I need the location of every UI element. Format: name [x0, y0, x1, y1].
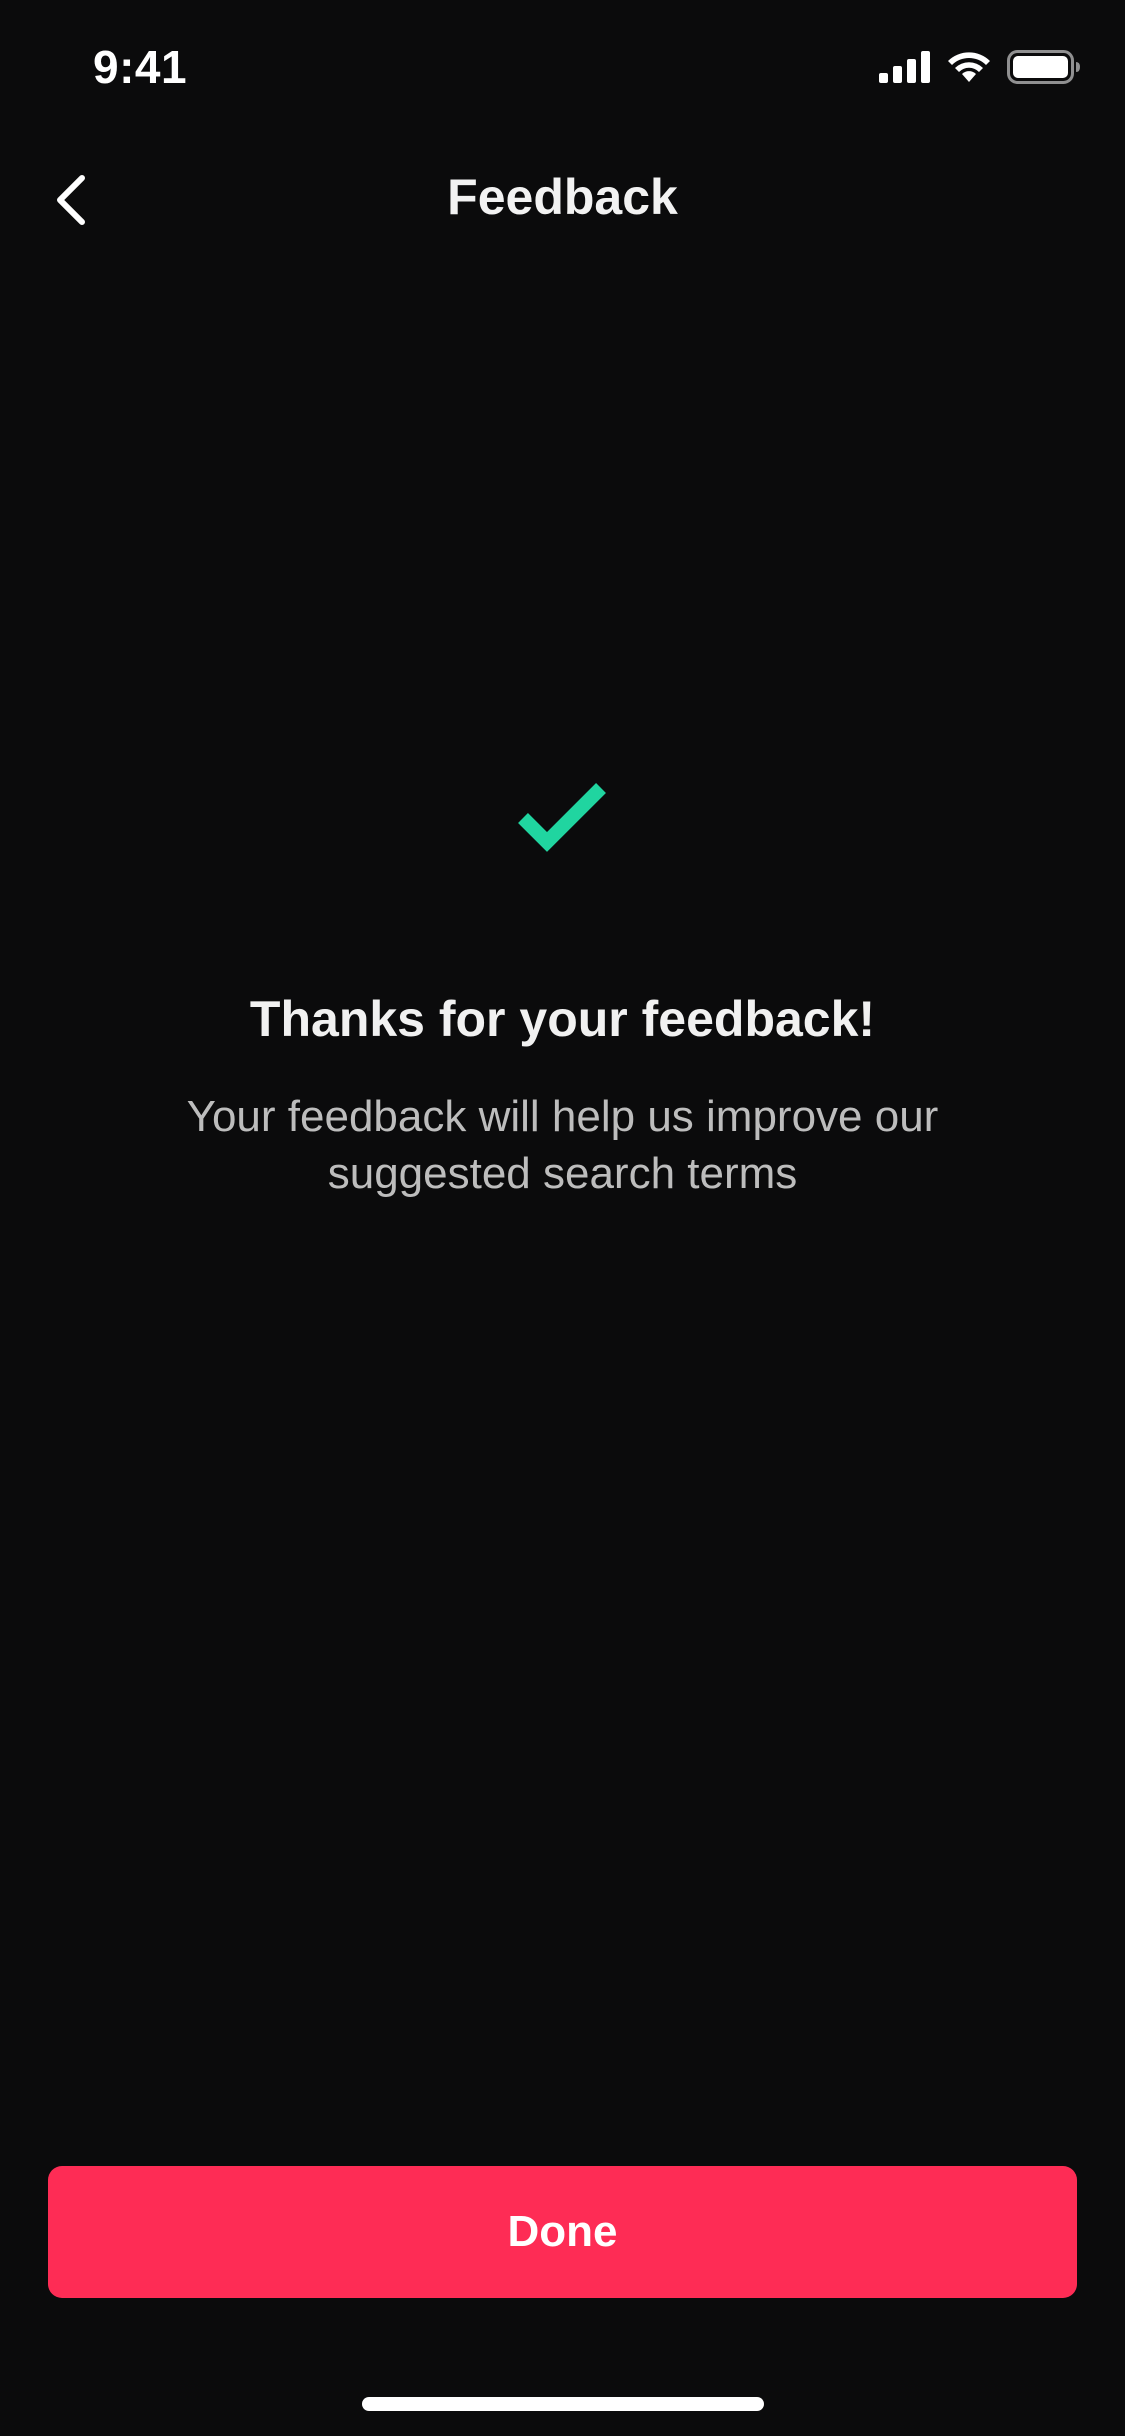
- done-button[interactable]: Done: [48, 2166, 1077, 2298]
- battery-icon: [1007, 50, 1080, 84]
- status-time: 9:41: [93, 41, 188, 93]
- page-title: Feedback: [447, 169, 678, 225]
- cellular-signal-icon: [879, 51, 930, 83]
- home-indicator[interactable]: [362, 2397, 764, 2411]
- nav-header: Feedback: [0, 150, 1125, 246]
- checkmark-icon: [517, 783, 606, 852]
- status-bar: 9:41: [0, 0, 1125, 132]
- confirmation-panel: Thanks for your feedback! Your feedback …: [0, 780, 1125, 1202]
- wifi-icon: [948, 52, 990, 82]
- confirmation-message: Your feedback will help us improve our s…: [186, 1092, 939, 1198]
- status-icons: [879, 50, 1081, 84]
- confirmation-title: Thanks for your feedback!: [249, 991, 876, 1047]
